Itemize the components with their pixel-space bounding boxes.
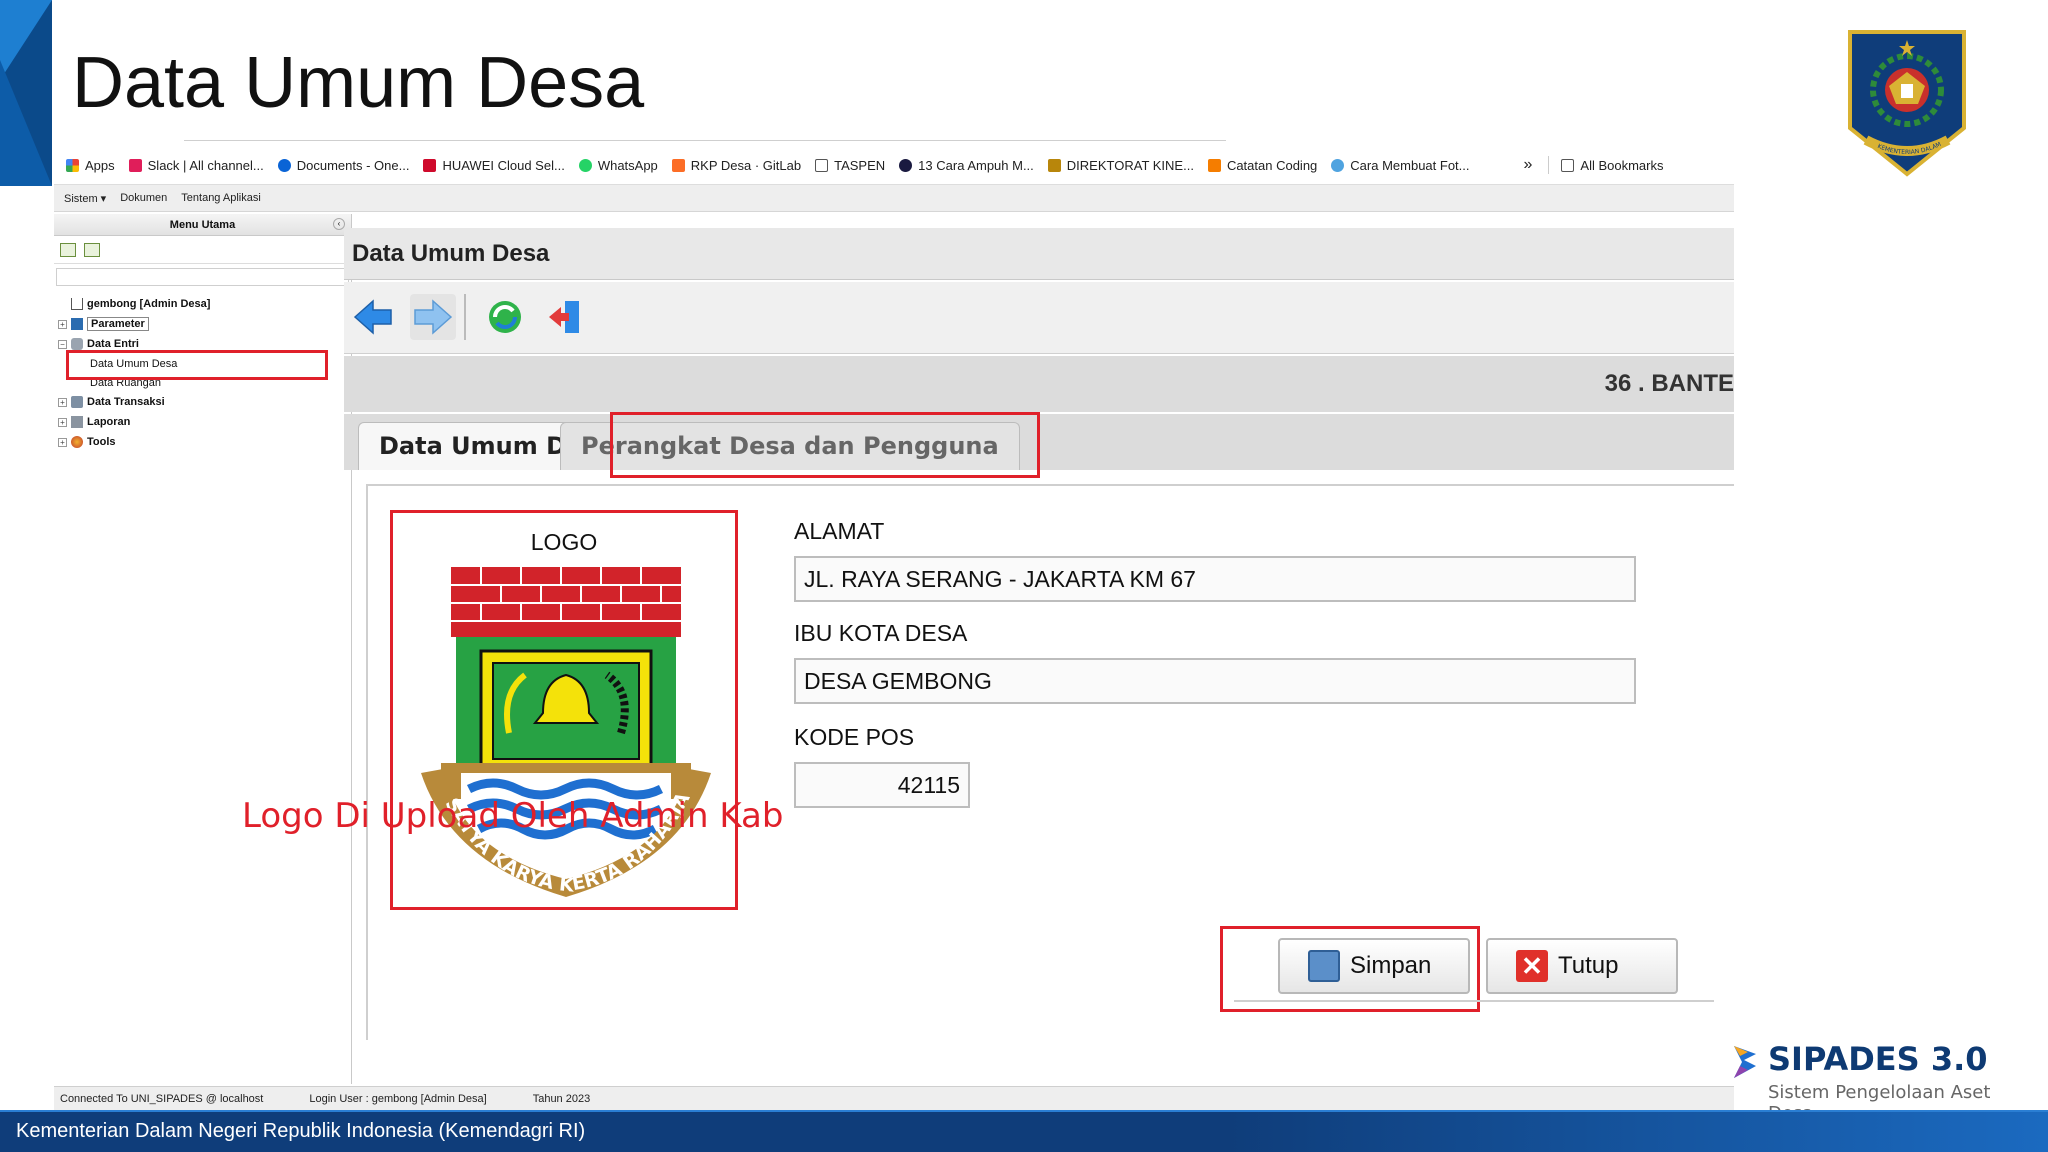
apps-grid-icon bbox=[66, 158, 79, 172]
region-label: 36 . BANTE bbox=[1604, 370, 1734, 397]
content-toolbar bbox=[344, 282, 1734, 354]
bookmark-huawei[interactable]: HUAWEI Cloud Sel... bbox=[423, 158, 565, 173]
whatsapp-icon bbox=[578, 158, 592, 172]
menu-dokumen[interactable]: Dokumen bbox=[120, 192, 167, 204]
bookmark-cara-membuat[interactable]: Cara Membuat Fot... bbox=[1331, 158, 1470, 173]
bookmark-onedrive[interactable]: Documents - One... bbox=[277, 158, 409, 173]
folder-icon bbox=[815, 158, 829, 172]
alamat-label: ALAMAT bbox=[794, 518, 885, 544]
annotation-tab-highlight bbox=[610, 412, 1040, 478]
expand-icon[interactable]: + bbox=[58, 417, 67, 427]
exit-door-icon bbox=[549, 301, 579, 333]
annotation-tree-highlight bbox=[66, 350, 328, 380]
logo-label: LOGO bbox=[530, 529, 598, 555]
expand-icon[interactable]: + bbox=[58, 397, 67, 407]
bookmarks-divider bbox=[1548, 156, 1550, 174]
bookmarks-bar: Apps Slack | All channel... Documents - … bbox=[54, 148, 1734, 182]
bookmark-all-bookmarks[interactable]: All Bookmarks bbox=[1561, 158, 1663, 173]
annotation-caption: Logo Di Upload Oleh Admin Kab bbox=[242, 796, 784, 836]
kodepos-label: KODE POS bbox=[794, 724, 915, 750]
kodepos-field[interactable]: 42115 bbox=[794, 762, 970, 808]
status-connection: Connected To UNI_SIPADES @ localhost bbox=[60, 1092, 264, 1105]
collapse-all-icon[interactable] bbox=[84, 242, 100, 257]
kemendagri-emblem-icon: KEMENTERIAN DALAM NEGERI bbox=[1846, 28, 1966, 177]
sipades-logo-icon bbox=[1734, 1046, 1756, 1078]
chevron-double-right-icon: » bbox=[1523, 156, 1533, 173]
corner-decoration-accent-lower bbox=[0, 60, 52, 186]
app-menubar: Sistem ▾ Dokumen Tentang Aplikasi bbox=[54, 184, 1734, 212]
refresh-icon bbox=[489, 301, 521, 333]
bookmark-catatan-coding[interactable]: Catatan Coding bbox=[1207, 158, 1317, 173]
expand-all-icon[interactable] bbox=[60, 242, 76, 257]
tree-root[interactable]: gembong [Admin Desa] bbox=[54, 294, 351, 314]
menu-filter-input[interactable] bbox=[56, 268, 349, 286]
toolbar-divider bbox=[464, 294, 466, 340]
report-icon bbox=[71, 416, 83, 428]
floppy-disk-icon bbox=[1308, 950, 1340, 982]
app-window: Apps Slack | All channel... Documents - … bbox=[54, 148, 1734, 1110]
status-year: Tahun 2023 bbox=[532, 1092, 591, 1105]
tools-icon bbox=[71, 436, 83, 448]
bookmark-direktorat[interactable]: DIREKTORAT KINE... bbox=[1047, 158, 1194, 173]
transaction-icon bbox=[71, 396, 83, 408]
gitlab-icon bbox=[671, 158, 685, 172]
sipades-brand: SIPADES 3.0 Sistem Pengelolaan Aset Desa bbox=[1730, 1040, 2030, 1124]
title-divider bbox=[184, 140, 1226, 141]
bookmarks-overflow-button[interactable]: » bbox=[1524, 156, 1533, 174]
forward-button[interactable] bbox=[410, 294, 456, 340]
bookmark-apps[interactable]: Apps bbox=[66, 158, 115, 173]
back-button[interactable] bbox=[350, 294, 396, 340]
main-menu-header: Menu Utama ‹ bbox=[54, 214, 351, 236]
site-favicon-icon bbox=[1331, 158, 1345, 172]
bookmark-whatsapp[interactable]: WhatsApp bbox=[578, 158, 658, 173]
tree-item-laporan[interactable]: + Laporan bbox=[54, 412, 351, 432]
bookmark-gitlab[interactable]: RKP Desa · GitLab bbox=[671, 158, 801, 173]
arrow-left-icon bbox=[353, 299, 392, 335]
onedrive-cloud-icon bbox=[277, 158, 291, 172]
expand-icon[interactable]: + bbox=[58, 437, 67, 447]
logo-panel: LOGO SATYA KARYA KERTA RAHARJA bbox=[390, 510, 738, 910]
slack-icon bbox=[128, 158, 142, 172]
ibukota-label: IBU KOTA DESA bbox=[794, 620, 968, 646]
refresh-button[interactable] bbox=[482, 294, 528, 340]
exit-button[interactable] bbox=[542, 294, 588, 340]
content-title: Data Umum Desa bbox=[344, 228, 1734, 280]
expand-icon[interactable]: + bbox=[58, 319, 67, 329]
book-icon bbox=[71, 318, 83, 330]
collapse-icon[interactable]: − bbox=[58, 339, 67, 349]
huawei-icon bbox=[423, 158, 437, 172]
menu-sistem[interactable]: Sistem ▾ bbox=[64, 192, 106, 205]
tree-toolbar bbox=[54, 236, 351, 264]
tree-item-parameter[interactable]: + Parameter bbox=[54, 314, 351, 334]
arrow-right-icon bbox=[414, 299, 453, 335]
tree-item-tools[interactable]: + Tools bbox=[54, 432, 351, 452]
status-login-user: Login User : gembong [Admin Desa] bbox=[309, 1092, 487, 1105]
village-logo-image[interactable]: SATYA KARYA KERTA RAHARJA bbox=[421, 563, 711, 903]
home-icon bbox=[71, 298, 83, 310]
status-bar: Connected To UNI_SIPADES @ localhost Log… bbox=[54, 1086, 1734, 1110]
region-bar: 36 . BANTE bbox=[344, 356, 1734, 412]
database-icon bbox=[71, 338, 83, 350]
save-button[interactable]: Simpan bbox=[1278, 938, 1470, 994]
site-favicon-icon bbox=[899, 158, 913, 172]
close-x-icon: ✕ bbox=[1516, 950, 1548, 982]
tree-item-data-transaksi[interactable]: + Data Transaksi bbox=[54, 392, 351, 412]
close-button[interactable]: ✕ Tutup bbox=[1486, 938, 1678, 994]
blogger-icon bbox=[1207, 158, 1221, 172]
garuda-icon bbox=[1047, 158, 1061, 172]
main-menu-panel: Menu Utama ‹ gembong [Admin Desa] + Para… bbox=[54, 214, 352, 1084]
button-row-divider bbox=[1234, 1000, 1714, 1002]
ibukota-field[interactable]: DESA GEMBONG bbox=[794, 658, 1636, 704]
alamat-field[interactable]: JL. RAYA SERANG - JAKARTA KM 67 bbox=[794, 556, 1636, 602]
menu-tentang-aplikasi[interactable]: Tentang Aplikasi bbox=[181, 192, 261, 204]
bookmark-taspen[interactable]: TASPEN bbox=[815, 158, 885, 173]
bookmark-cara-ampuh[interactable]: 13 Cara Ampuh M... bbox=[899, 158, 1034, 173]
slide-title: Data Umum Desa bbox=[72, 43, 645, 123]
slide-footer: Kementerian Dalam Negeri Republik Indone… bbox=[0, 1112, 2048, 1152]
folder-icon bbox=[1561, 158, 1575, 172]
brand-name: SIPADES 3.0 bbox=[1768, 1040, 1988, 1078]
bookmark-slack[interactable]: Slack | All channel... bbox=[128, 158, 264, 173]
